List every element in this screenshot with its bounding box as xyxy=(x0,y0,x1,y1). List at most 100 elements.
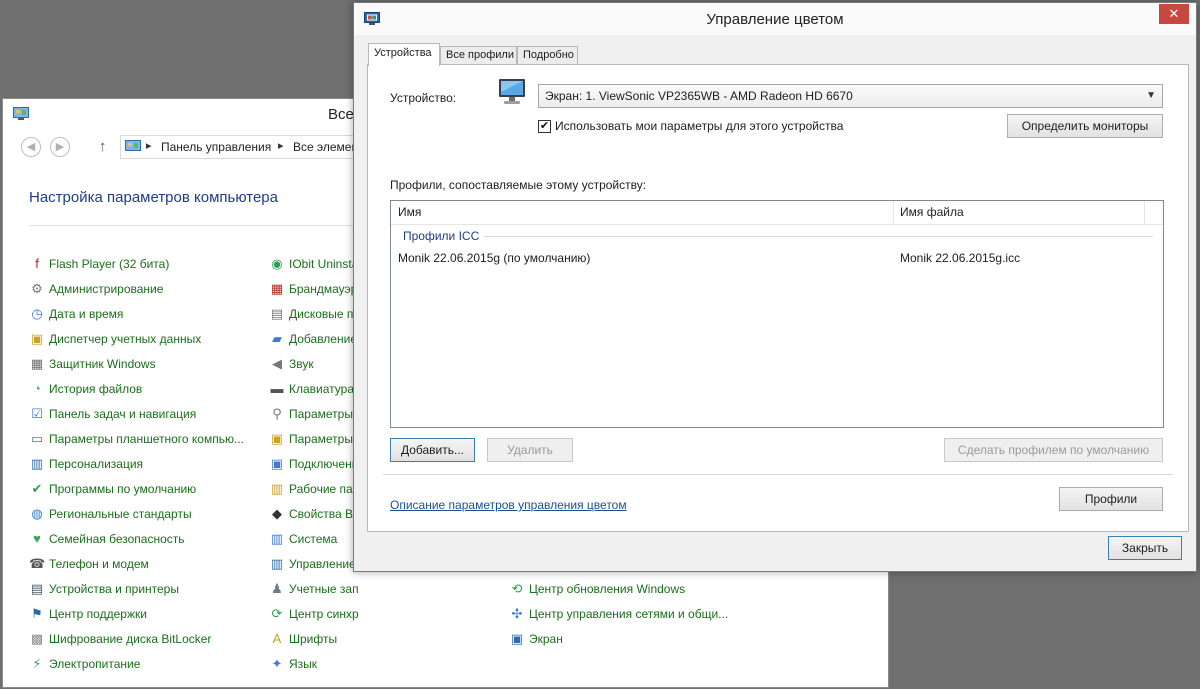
control-panel-item-label[interactable]: Центр синхронизации xyxy=(289,607,359,621)
control-panel-item-label[interactable]: Параметры xyxy=(289,432,353,446)
control-panel-item-label[interactable]: Центр управления сетями и общи... xyxy=(529,607,728,621)
control-panel-item-label[interactable]: Звук xyxy=(289,357,314,371)
profile-row-file[interactable]: Monik 22.06.2015g.icc xyxy=(900,251,1020,265)
control-panel-item[interactable]: ▣ Параметры xyxy=(269,430,359,455)
control-panel-item-label[interactable]: Параметры xyxy=(289,407,353,421)
control-panel-item[interactable]: ▥ Рабочие пап xyxy=(269,480,359,505)
control-panel-item-label[interactable]: Шифрование диска BitLocker xyxy=(49,632,211,646)
control-panel-item-label[interactable]: Шрифты xyxy=(289,632,337,646)
control-panel-item-label[interactable]: Система xyxy=(289,532,337,546)
control-panel-item-label[interactable]: Добавление xyxy=(289,332,357,346)
control-panel-item[interactable]: ▰ Добавление xyxy=(269,330,359,355)
tab-all-profiles[interactable]: Все профили xyxy=(440,46,517,65)
control-panel-item[interactable]: ✦ Язык xyxy=(269,655,359,680)
chevron-down-icon[interactable]: ▼ xyxy=(1146,90,1156,101)
control-panel-item[interactable]: ☎ Телефон и модем xyxy=(29,555,259,580)
control-panel-item[interactable]: ◔ История файлов xyxy=(29,380,259,405)
control-panel-item[interactable]: ✣ Центр управления сетями и общи... xyxy=(509,605,749,630)
use-my-settings-label[interactable]: Использовать мои параметры для этого уст… xyxy=(555,119,843,133)
control-panel-item-label[interactable]: Дата и время xyxy=(49,307,123,321)
control-panel-item[interactable]: ▤ Устройства и принтеры xyxy=(29,580,259,605)
tab-advanced[interactable]: Подробно xyxy=(517,46,578,65)
control-panel-item[interactable]: ▦ Брандмауэр xyxy=(269,280,359,305)
control-panel-item-label[interactable]: Панель задач и навигация xyxy=(49,407,196,421)
control-panel-item-label[interactable]: Устройства и принтеры xyxy=(49,582,179,596)
control-panel-item[interactable]: ▬ Клавиатура xyxy=(269,380,359,405)
control-panel-item[interactable]: ☑ Панель задач и навигация xyxy=(29,405,259,430)
back-arrow-icon[interactable]: ◀ xyxy=(21,137,41,157)
control-panel-item[interactable]: ▣ Подключени xyxy=(269,455,359,480)
control-panel-item-label[interactable]: Свойства Ва xyxy=(289,507,359,521)
identify-monitors-button[interactable]: Определить мониторы xyxy=(1007,114,1163,138)
control-panel-item[interactable]: ♟ Учетные записи пользователей xyxy=(269,580,359,605)
control-panel-item-label[interactable]: Управление xyxy=(289,557,356,571)
dialog-titlebar[interactable]: Управление цветом ✕ xyxy=(354,3,1196,35)
control-panel-item[interactable]: f Flash Player (32 бита) xyxy=(29,255,259,280)
control-panel-item-label[interactable]: Дисковые п xyxy=(289,307,353,321)
color-management-help-link[interactable]: Описание параметров управления цветом xyxy=(390,498,627,512)
control-panel-item-label[interactable]: Центр поддержки xyxy=(49,607,147,621)
control-panel-item[interactable]: ◷ Дата и время xyxy=(29,305,259,330)
control-panel-item-label[interactable]: История файлов xyxy=(49,382,142,396)
close-button[interactable]: Закрыть xyxy=(1108,536,1182,560)
control-panel-item-label[interactable]: IObit Uninsta xyxy=(289,257,358,271)
control-panel-item-label[interactable]: Брандмауэр xyxy=(289,282,357,296)
control-panel-item[interactable]: ⟳ Центр синхронизации xyxy=(269,605,359,630)
breadcrumb-chevron-icon[interactable]: ▸ xyxy=(146,139,152,152)
breadcrumb-chevron-icon[interactable]: ▸ xyxy=(278,139,284,152)
tab-devices[interactable]: Устройства xyxy=(368,43,440,66)
control-panel-item[interactable]: ▦ Защитник Windows xyxy=(29,355,259,380)
control-panel-item[interactable]: A Шрифты xyxy=(269,630,359,655)
remove-profile-button[interactable]: Удалить xyxy=(487,438,573,462)
control-panel-item[interactable]: ▭ Параметры планшетного компью... xyxy=(29,430,259,455)
control-panel-item-label[interactable]: Flash Player (32 бита) xyxy=(49,257,169,271)
set-default-profile-button[interactable]: Сделать профилем по умолчанию xyxy=(944,438,1163,462)
control-panel-item-label[interactable]: Учетные записи пользователей xyxy=(289,582,359,596)
control-panel-item[interactable]: ◀ Звук xyxy=(269,355,359,380)
device-dropdown[interactable]: Экран: 1. ViewSonic VP2365WB - AMD Radeo… xyxy=(538,84,1163,108)
up-arrow-icon[interactable]: ↑ xyxy=(99,138,107,155)
use-my-settings-checkbox[interactable]: ✔ xyxy=(538,120,551,133)
breadcrumb-control-panel[interactable]: Панель управления xyxy=(161,140,271,154)
control-panel-item-label[interactable]: Семейная безопасность xyxy=(49,532,185,546)
control-panel-item-label[interactable]: Подключени xyxy=(289,457,358,471)
control-panel-item-label[interactable]: Рабочие пап xyxy=(289,482,359,496)
control-panel-item[interactable]: ⚙ Администрирование xyxy=(29,280,259,305)
control-panel-item[interactable]: ◆ Свойства Ва xyxy=(269,505,359,530)
control-panel-item[interactable]: ▤ Дисковые п xyxy=(269,305,359,330)
column-header-filename[interactable]: Имя файла xyxy=(900,205,964,219)
control-panel-item[interactable]: ▥ Персонализация xyxy=(29,455,259,480)
control-panel-item[interactable]: ⚲ Параметры xyxy=(269,405,359,430)
profile-row-name[interactable]: Monik 22.06.2015g (по умолчанию) xyxy=(398,251,590,265)
control-panel-item-label[interactable]: Экран xyxy=(529,632,563,646)
control-panel-item-label[interactable]: Программы по умолчанию xyxy=(49,482,196,496)
profiles-list[interactable]: Имя Имя файла Профили ICC Monik 22.06.20… xyxy=(390,200,1164,428)
control-panel-item-label[interactable]: Параметры планшетного компью... xyxy=(49,432,244,446)
control-panel-item-label[interactable]: Администрирование xyxy=(49,282,163,296)
column-header-name[interactable]: Имя xyxy=(398,205,421,219)
close-icon[interactable]: ✕ xyxy=(1159,4,1189,24)
profiles-button[interactable]: Профили xyxy=(1059,487,1163,511)
control-panel-item[interactable]: ▣ Диспетчер учетных данных xyxy=(29,330,259,355)
control-panel-item[interactable]: ▥ Управление xyxy=(269,555,359,580)
control-panel-item[interactable]: ▣ Экран xyxy=(509,630,749,655)
control-panel-item-label[interactable]: Защитник Windows xyxy=(49,357,156,371)
breadcrumb-all-items[interactable]: Все элемен xyxy=(293,140,358,154)
control-panel-item-label[interactable]: Центр обновления Windows xyxy=(529,582,685,596)
control-panel-item[interactable]: ♥ Семейная безопасность xyxy=(29,530,259,555)
control-panel-item[interactable]: ◍ Региональные стандарты xyxy=(29,505,259,530)
control-panel-item[interactable]: ⟲ Центр обновления Windows xyxy=(509,580,749,605)
control-panel-item[interactable]: ▩ Шифрование диска BitLocker xyxy=(29,630,259,655)
control-panel-item[interactable]: ◉ IObit Uninsta xyxy=(269,255,359,280)
control-panel-item-label[interactable]: Электропитание xyxy=(49,657,140,671)
group-label-icc[interactable]: Профили ICC xyxy=(403,229,479,243)
forward-arrow-icon[interactable]: ▶ xyxy=(50,137,70,157)
control-panel-item-label[interactable]: Диспетчер учетных данных xyxy=(49,332,201,346)
control-panel-item[interactable]: ✔ Программы по умолчанию xyxy=(29,480,259,505)
column-divider[interactable] xyxy=(893,201,894,225)
control-panel-item-label[interactable]: Региональные стандарты xyxy=(49,507,192,521)
control-panel-item-label[interactable]: Клавиатура xyxy=(289,382,354,396)
control-panel-item[interactable]: ▥ Система xyxy=(269,530,359,555)
column-divider[interactable] xyxy=(1144,201,1145,225)
control-panel-item-label[interactable]: Язык xyxy=(289,657,317,671)
